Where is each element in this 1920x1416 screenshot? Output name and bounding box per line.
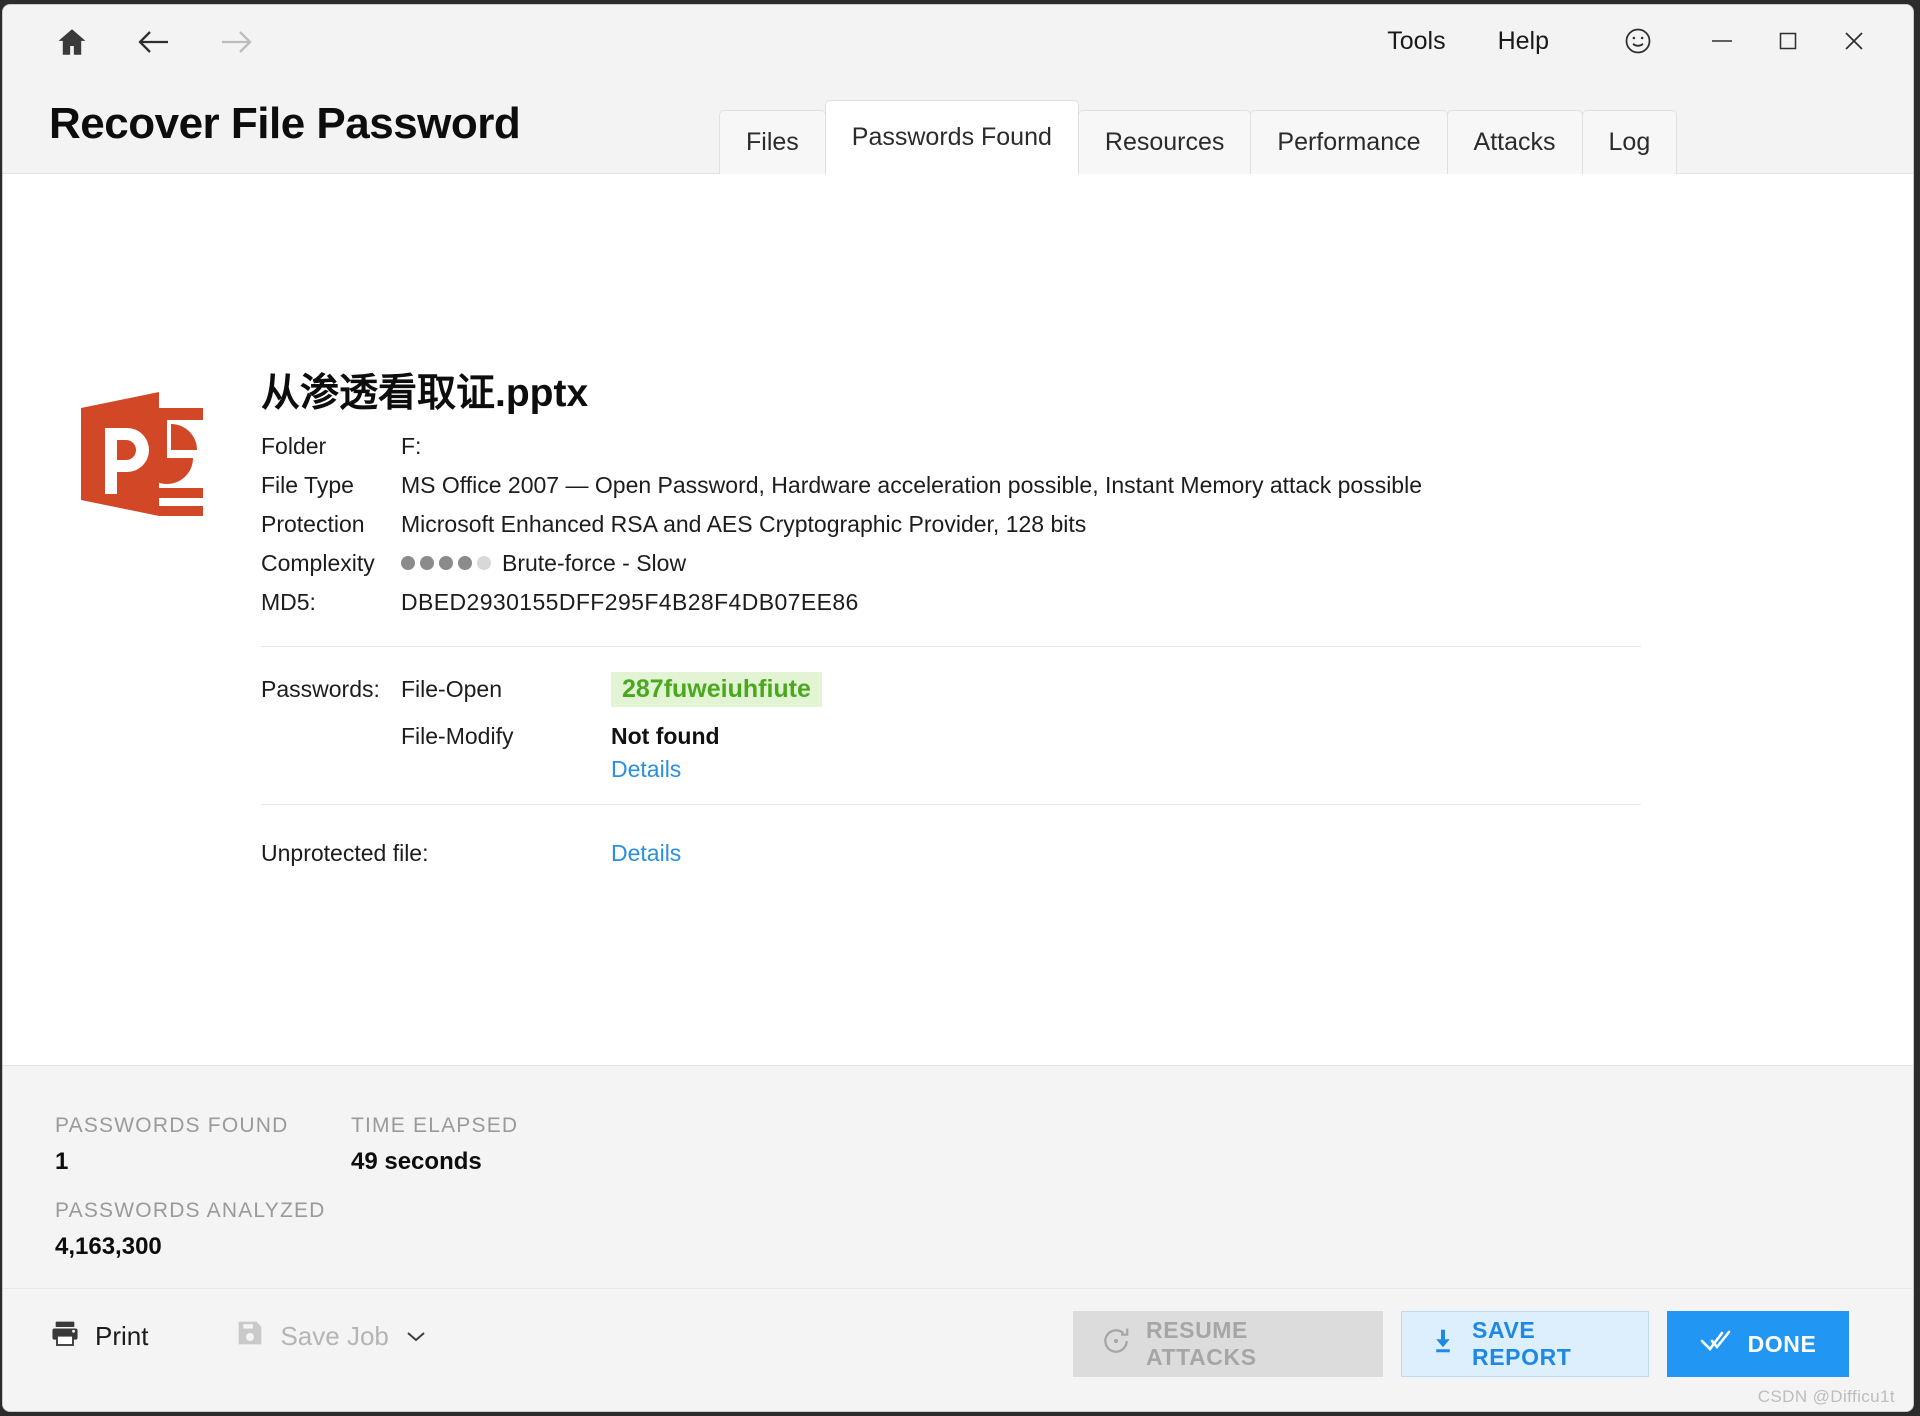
tab-attacks[interactable]: Attacks <box>1447 110 1583 174</box>
home-icon[interactable] <box>45 15 99 69</box>
table-row: Protection Microsoft Enhanced RSA and AE… <box>261 511 1422 550</box>
complexity-dot-4 <box>458 556 472 570</box>
status-badge-password-found[interactable]: 287fuweiuhfiute <box>611 672 822 707</box>
application-window: Tools Help Recover File Password <box>2 4 1914 1412</box>
stat-time-elapsed-value: 49 seconds <box>351 1148 518 1176</box>
minimize-icon[interactable] <box>1689 16 1755 66</box>
attr-label-folder: Folder <box>261 433 401 472</box>
complexity-dot-1 <box>401 556 415 570</box>
status-bar: PASSWORDS FOUND 1 TIME ELAPSED 49 second… <box>3 1065 1913 1288</box>
password-value-modify: Not found <box>611 723 720 750</box>
attr-label-md5: MD5: <box>261 589 401 628</box>
action-bar: Print Save Job <box>3 1288 1913 1411</box>
forward-arrow-icon <box>209 15 263 69</box>
stat-time-elapsed-label: TIME ELAPSED <box>351 1114 518 1138</box>
table-row: MD5: DBED2930155DFF295F4B28F4DB07EE86 <box>261 589 1422 628</box>
divider-bottom <box>261 804 1641 805</box>
resume-attacks-label: RESUME ATTACKS <box>1146 1317 1356 1371</box>
table-row: Complexity Brute-force - Slow <box>261 550 1422 589</box>
attr-value-md5: DBED2930155DFF295F4B28F4DB07EE86 <box>401 589 1422 628</box>
close-icon[interactable] <box>1821 16 1887 66</box>
page-title: Recover File Password <box>49 99 520 149</box>
download-icon <box>1428 1326 1458 1362</box>
print-button[interactable]: Print <box>49 1317 148 1356</box>
complexity-dot-3 <box>439 556 453 570</box>
tab-passwords-found[interactable]: Passwords Found <box>825 100 1079 174</box>
tab-resources[interactable]: Resources <box>1078 110 1252 174</box>
attr-value-protection: Microsoft Enhanced RSA and AES Cryptogra… <box>401 511 1422 550</box>
passwords-section: Passwords: File-Open 287fuweiuhfiute Fil… <box>261 676 822 795</box>
tab-performance[interactable]: Performance <box>1250 110 1447 174</box>
password-value-modify-cell: Not found Details <box>611 723 720 783</box>
save-report-button[interactable]: SAVE REPORT <box>1401 1311 1649 1377</box>
done-button[interactable]: DONE <box>1667 1311 1849 1377</box>
save-report-label: SAVE REPORT <box>1472 1317 1622 1371</box>
tab-files[interactable]: Files <box>719 110 826 174</box>
file-name: 从渗透看取证.pptx <box>261 372 1853 417</box>
password-kind-modify: File-Modify <box>401 723 611 750</box>
details-link-unprotected[interactable]: Details <box>611 840 681 867</box>
menu-tools[interactable]: Tools <box>1361 21 1471 62</box>
done-label: DONE <box>1748 1331 1817 1358</box>
print-button-label: Print <box>95 1321 148 1352</box>
attr-label-protection: Protection <box>261 511 401 550</box>
watermark-text: CSDN @Difficu1t <box>1758 1387 1895 1407</box>
attr-value-file-type: MS Office 2007 — Open Password, Hardware… <box>401 472 1422 511</box>
unprotected-file-label: Unprotected file: <box>261 840 611 867</box>
complexity-dot-5 <box>477 556 491 570</box>
left-action-group: Print Save Job <box>49 1317 429 1356</box>
stat-passwords-found-value: 1 <box>55 1148 288 1176</box>
password-row-modify: File-Modify Not found Details <box>261 723 822 783</box>
right-action-group: RESUME ATTACKS SAVE REPORT <box>1073 1311 1849 1377</box>
chevron-down-icon[interactable] <box>403 1321 429 1352</box>
navigation-bar <box>45 15 263 69</box>
save-job-button[interactable]: Save Job <box>234 1317 428 1356</box>
main-content: 从渗透看取证.pptx Folder F: File Type MS Offic… <box>3 174 1913 1065</box>
stat-passwords-analyzed-label: PASSWORDS ANALYZED <box>55 1199 326 1223</box>
complexity-dot-2 <box>420 556 434 570</box>
password-row-open: Passwords: File-Open 287fuweiuhfiute <box>261 676 822 711</box>
complexity-rating-dots <box>401 556 491 570</box>
file-attributes-table: Folder F: File Type MS Office 2007 — Ope… <box>261 433 1422 628</box>
resume-circular-arrow-icon <box>1100 1325 1132 1363</box>
passwords-section-label: Passwords: <box>261 676 401 703</box>
stat-passwords-analyzed-value: 4,163,300 <box>55 1233 326 1261</box>
double-check-icon <box>1700 1327 1734 1361</box>
resume-attacks-button[interactable]: RESUME ATTACKS <box>1073 1311 1383 1377</box>
attr-value-folder: F: <box>401 433 1422 472</box>
stat-time-elapsed: TIME ELAPSED 49 seconds <box>351 1114 518 1176</box>
attr-label-file-type: File Type <box>261 472 401 511</box>
smiley-icon[interactable] <box>1605 16 1671 66</box>
table-row: Folder F: <box>261 433 1422 472</box>
window-menu-and-controls: Tools Help <box>1361 13 1887 69</box>
divider-top <box>261 646 1641 647</box>
maximize-icon[interactable] <box>1755 16 1821 66</box>
unprotected-file-row: Unprotected file: Details <box>261 834 681 867</box>
stat-passwords-analyzed: PASSWORDS ANALYZED 4,163,300 <box>55 1199 326 1261</box>
menu-help[interactable]: Help <box>1472 21 1575 62</box>
powerpoint-file-icon <box>67 380 215 528</box>
tab-bar: Files Passwords Found Resources Performa… <box>719 98 1676 174</box>
file-info-block: 从渗透看取证.pptx Folder F: File Type MS Offic… <box>261 372 1853 628</box>
stat-passwords-found-label: PASSWORDS FOUND <box>55 1114 288 1138</box>
stat-passwords-found: PASSWORDS FOUND 1 <box>55 1114 288 1176</box>
attr-value-complexity: Brute-force - Slow <box>502 550 686 576</box>
window-header: Tools Help Recover File Password <box>3 5 1913 174</box>
back-arrow-icon[interactable] <box>127 15 181 69</box>
tab-log[interactable]: Log <box>1582 110 1678 174</box>
printer-icon <box>49 1317 81 1356</box>
details-link-modify[interactable]: Details <box>611 756 681 783</box>
attr-value-complexity-cell: Brute-force - Slow <box>401 550 1422 589</box>
table-row: File Type MS Office 2007 — Open Password… <box>261 472 1422 511</box>
save-job-button-label: Save Job <box>280 1321 388 1352</box>
password-kind-open: File-Open <box>401 676 611 703</box>
attr-label-complexity: Complexity <box>261 550 401 589</box>
password-value-open-cell: 287fuweiuhfiute <box>611 676 822 711</box>
floppy-disk-icon <box>234 1317 266 1356</box>
